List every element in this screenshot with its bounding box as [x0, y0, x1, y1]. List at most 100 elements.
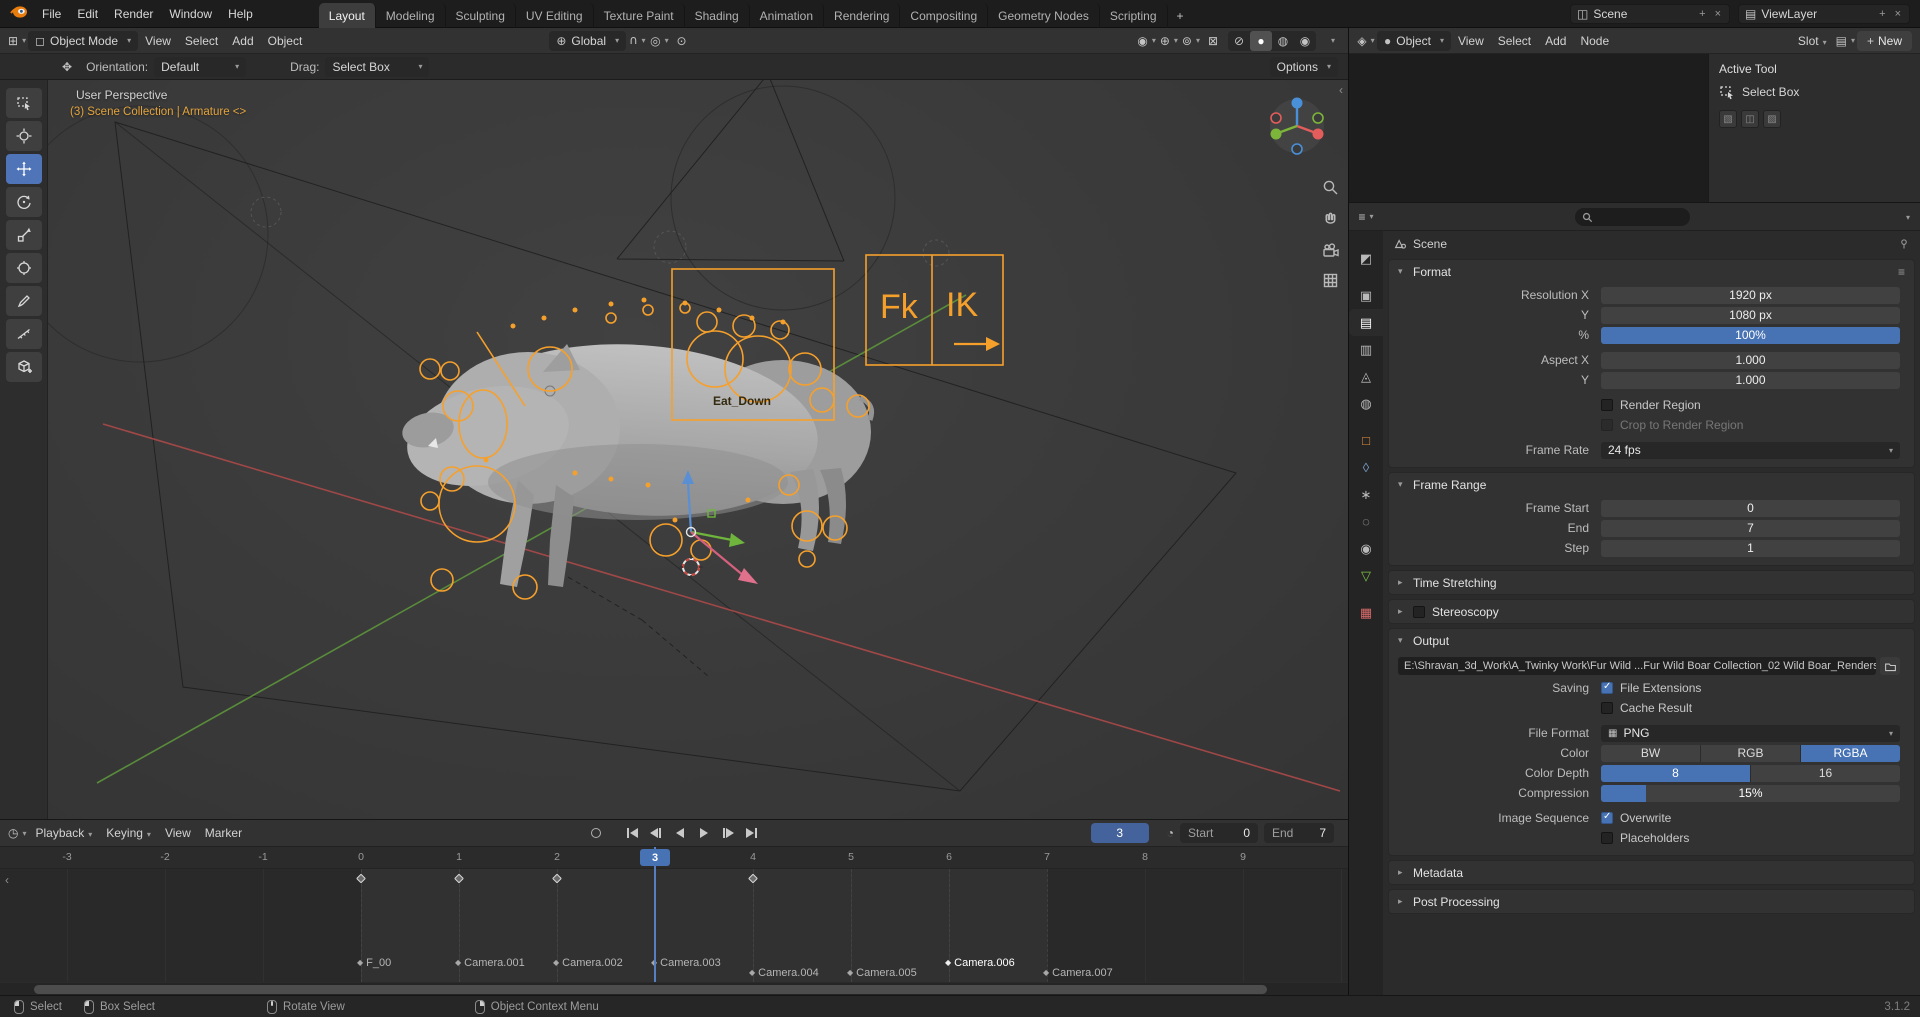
tab-tool[interactable]: ◩ — [1349, 245, 1383, 272]
tab-texture-paint[interactable]: Texture Paint — [594, 2, 685, 28]
rotate-tool[interactable] — [5, 187, 42, 217]
menu-window[interactable]: Window — [161, 0, 220, 27]
annotate-tool[interactable] — [5, 286, 42, 316]
timeline-track-area[interactable]: ‹ ◆ F_00 ◆ Camera.001 ◆ Camera.002 ◆ Cam… — [0, 869, 1348, 982]
tab-output[interactable]: ▤ — [1349, 309, 1383, 336]
scene-selector[interactable]: ◫ Scene + × — [1570, 3, 1730, 24]
view-menu[interactable]: View — [158, 826, 198, 840]
frame-range-panel-header[interactable]: ▾ Frame Range — [1389, 473, 1914, 496]
resolution-pct-slider[interactable]: 100% — [1601, 326, 1900, 344]
sidebar-collapse-chevron[interactable]: ‹ — [1339, 83, 1343, 97]
shading-dropdown[interactable]: ▾ — [1320, 31, 1342, 51]
shader-editor-type-button[interactable]: ◈ ▾ — [1355, 31, 1377, 51]
crop-region-checkbox[interactable] — [1601, 419, 1613, 431]
tab-sculpting[interactable]: Sculpting — [446, 2, 516, 28]
menu-render[interactable]: Render — [106, 0, 161, 27]
placeholders-checkbox[interactable] — [1601, 832, 1613, 844]
fk-ik-switch[interactable]: Fk IK — [865, 254, 1004, 366]
tab-rendering[interactable]: Rendering — [824, 2, 901, 28]
next-keyframe-button[interactable] — [717, 823, 739, 843]
new-material-button[interactable]: + New — [1856, 30, 1912, 51]
browse-folder-button[interactable] — [1880, 657, 1900, 675]
tool-option-1[interactable]: ▧ — [1719, 110, 1737, 128]
tab-particles[interactable]: ∗ — [1349, 481, 1383, 508]
timeline-marker[interactable]: ◆ Camera.007 — [1043, 967, 1113, 979]
tab-physics[interactable]: ◌ — [1349, 508, 1383, 535]
jump-to-start-button[interactable] — [621, 823, 643, 843]
file-extensions-checkbox[interactable] — [1601, 681, 1613, 694]
timeline-marker[interactable]: ◆ F_00 — [357, 957, 391, 969]
render-region-checkbox[interactable] — [1601, 399, 1613, 411]
shader-type-dropdown[interactable]: ● Object ▾ — [1377, 30, 1451, 51]
resolution-x-field[interactable]: 1920 px — [1601, 286, 1900, 304]
frame-end-prop-field[interactable]: 7 — [1601, 519, 1900, 537]
se-menu-select[interactable]: Select — [1491, 34, 1538, 48]
toggle-ortho-button[interactable] — [1318, 268, 1342, 292]
add-cube-tool[interactable] — [5, 352, 42, 382]
se-menu-add[interactable]: Add — [1538, 34, 1573, 48]
depth-16-button[interactable]: 16 — [1751, 764, 1900, 782]
play-reverse-button[interactable] — [669, 823, 691, 843]
play-button[interactable] — [693, 823, 715, 843]
snap-button[interactable]: ∪ ▾ — [626, 31, 648, 51]
tab-modeling[interactable]: Modeling — [376, 2, 446, 28]
playhead[interactable] — [654, 847, 656, 982]
shading-material-button[interactable]: ◍ — [1272, 31, 1294, 51]
time-stretching-header[interactable]: ▸ Time Stretching — [1389, 571, 1914, 594]
current-frame-field[interactable]: 3 — [1090, 823, 1149, 843]
timeline-editor-type-button[interactable]: ◷ ▾ — [6, 823, 29, 843]
xray-toggle[interactable]: ⊠ — [1202, 31, 1224, 51]
tab-shading[interactable]: Shading — [685, 2, 750, 28]
timeline-marker[interactable]: ◆ Camera.001 — [455, 957, 525, 969]
menu-file[interactable]: File — [34, 0, 69, 27]
post-processing-header[interactable]: ▸ Post Processing — [1389, 890, 1914, 913]
blender-logo-icon[interactable] — [0, 5, 34, 22]
pin-icon[interactable] — [1898, 238, 1910, 250]
timeline-marker[interactable]: ◆ Camera.004 — [749, 967, 819, 979]
frame-start-field[interactable]: Start 0 — [1180, 823, 1258, 843]
tab-modifiers[interactable]: ◊ — [1349, 454, 1383, 481]
search-input[interactable] — [1598, 211, 1683, 223]
tab-constraints[interactable]: ◉ — [1349, 535, 1383, 562]
aspect-x-field[interactable]: 1.000 — [1601, 351, 1900, 369]
frame-end-field[interactable]: End 7 — [1264, 823, 1334, 843]
scale-tool[interactable] — [5, 220, 42, 250]
se-menu-node[interactable]: Node — [1573, 34, 1616, 48]
move-tool[interactable] — [5, 154, 42, 184]
timeline-marker[interactable]: ◆ Camera.005 — [847, 967, 917, 979]
color-rgba-button[interactable]: RGBA — [1801, 744, 1900, 762]
tool-option-2[interactable]: ◫ — [1741, 110, 1759, 128]
tab-view-layer[interactable]: ▥ — [1349, 336, 1383, 363]
file-format-dropdown[interactable]: ▦ PNG ▾ — [1601, 724, 1900, 742]
keyframe-diamond[interactable] — [454, 873, 464, 884]
drag-dropdown[interactable]: Select Box ▾ — [325, 56, 430, 77]
timeline-scrollbar-thumb[interactable] — [34, 985, 1267, 994]
overlays-button[interactable]: ⊚ ▾ — [1180, 31, 1202, 51]
timeline-marker[interactable]: ◆ Camera.003 — [651, 957, 721, 969]
stereoscopy-checkbox[interactable] — [1413, 605, 1425, 618]
menu-edit[interactable]: Edit — [69, 0, 106, 27]
add-workspace-button[interactable]: + — [1168, 4, 1193, 28]
output-path-field[interactable]: E:\Shravan_3d_Work\A_Twinky Work\Fur Wil… — [1398, 657, 1876, 675]
remove-viewlayer-icon[interactable]: × — [1893, 8, 1903, 20]
color-bw-button[interactable]: BW — [1601, 744, 1701, 762]
zoom-button[interactable] — [1318, 175, 1342, 199]
playhead-frame-label[interactable]: 3 — [640, 849, 670, 866]
tab-world[interactable]: ◍ — [1349, 390, 1383, 417]
gizmos-button[interactable]: ⊕ ▾ — [1158, 31, 1180, 51]
timeline-marker-selected[interactable]: ◆ Camera.006 — [945, 957, 1015, 969]
cursor-tool[interactable] — [5, 121, 42, 151]
aspect-y-field[interactable]: 1.000 — [1601, 371, 1900, 389]
format-presets-icon[interactable]: ≡ — [1898, 265, 1905, 279]
prev-keyframe-button[interactable] — [645, 823, 667, 843]
frame-start-prop-field[interactable]: 0 — [1601, 499, 1900, 517]
color-rgb-button[interactable]: RGB — [1701, 744, 1801, 762]
orientation-dropdown[interactable]: Default ▾ — [154, 56, 247, 77]
properties-editor-type-button[interactable]: ≡ ▾ — [1355, 207, 1377, 227]
depth-8-button[interactable]: 8 — [1601, 764, 1751, 782]
measure-tool[interactable] — [5, 319, 42, 349]
new-scene-icon[interactable]: + — [1697, 8, 1707, 20]
pan-button[interactable] — [1318, 206, 1342, 230]
options-button[interactable]: Options ▾ — [1269, 56, 1338, 77]
transform-orientation-dropdown[interactable]: ⊕ Global ▾ — [549, 30, 627, 51]
